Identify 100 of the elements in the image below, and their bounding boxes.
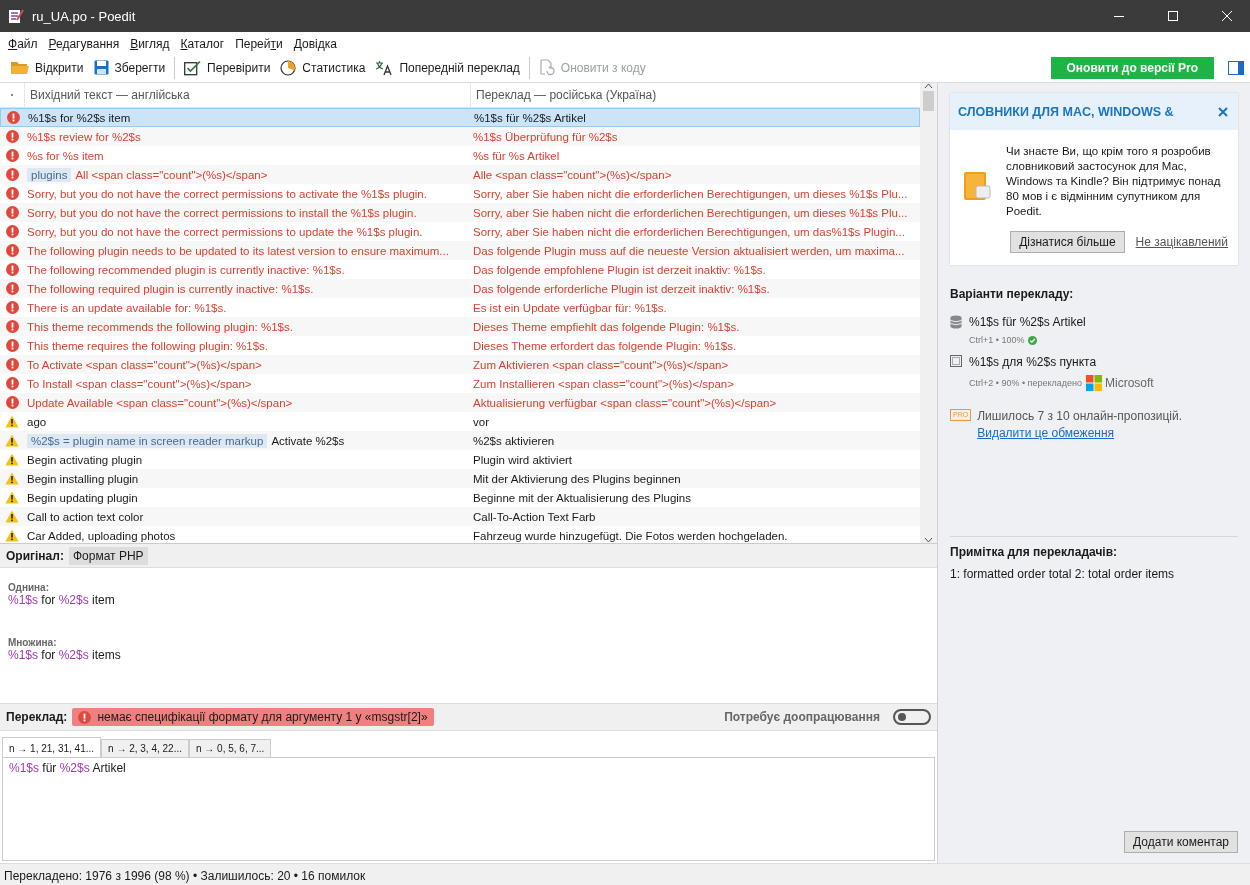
book-icon: [962, 170, 994, 202]
suggestion-meta: Ctrl+2 • 90% • перекладено: [969, 378, 1082, 388]
column-header[interactable]: Вихідний текст — англійська: [24, 83, 470, 107]
list-row[interactable]: Begin updating plugin Beginne mit der Aktualisierung des Plugins: [0, 488, 920, 507]
error-icon: [5, 320, 19, 333]
menu-item[interactable]: Редагування: [48, 36, 120, 51]
error-message: немає специфікації формату для аргументу 1 у «msgstr[2]»: [72, 708, 434, 726]
scrollbar-thumb[interactable]: [923, 91, 934, 111]
toolbar-button[interactable]: Статистика: [275, 56, 371, 79]
source-text: Sorry, but you do not have the correct permissions to install the %1$s plugin.: [27, 206, 417, 219]
translation-text: Zum Installieren <span class="count">(%s)</span>: [473, 377, 734, 390]
toolbar-button[interactable]: Зберегти: [88, 57, 171, 78]
list-row[interactable]: The following recommended plugin is currently inactive: %1$s. Das folgende empfohlene Plugin ist derzeit inaktiv: %1$s.: [0, 260, 920, 279]
list-row[interactable]: ago vor: [0, 412, 920, 431]
source-text: %1$s for %2$s item: [28, 111, 131, 124]
warning-icon: [5, 510, 19, 523]
minimize-icon[interactable]: [1114, 15, 1124, 17]
warning-icon: [5, 529, 19, 542]
error-icon: [5, 263, 19, 276]
list-row[interactable]: Car Added, uploading photos Fahrzeug wurde hinzugefügt. Die Fotos werden hochgeladen.: [0, 526, 920, 543]
translation-label: Переклад:: [6, 710, 68, 724]
not-interested-link[interactable]: Не зацікавлений: [1135, 235, 1228, 249]
list-row[interactable]: Sorry, but you do not have the correct permissions to activate the %1$s plugin. Sorry, aber Sie haben nicht die erforderlichen Berechtigungen, um dieses %1$s Plu...: [0, 184, 920, 203]
warning-icon: [5, 491, 19, 504]
folder-icon: [11, 60, 29, 75]
scrollbar[interactable]: [920, 83, 937, 543]
document-refresh-icon: [538, 59, 555, 76]
list-row[interactable]: Sorry, but you do not have the correct permissions to install the %1$s plugin. Sorry, aber Sie haben nicht die erforderlichen Berechtigungen, um dieses %1$s Plu...: [0, 203, 920, 222]
original-label: Оригінал:: [6, 548, 64, 563]
list-row[interactable]: Sorry, but you do not have the correct permissions to update the %1$s plugin. Sorry, aber Sie haben nicht die erforderlichen Berechtigungen, um das%1$s Plugin...: [0, 222, 920, 241]
suggestion-item[interactable]: %1$s für %2$s Artikel Ctrl+1 • 100%: [950, 315, 1238, 345]
pie-chart-icon: [280, 59, 297, 76]
list-row[interactable]: Begin activating plugin Plugin wird aktiviert: [0, 450, 920, 469]
promo-title: СЛОВНИКИ ДЛЯ MAC, WINDOWS &: [958, 104, 1174, 119]
list-row[interactable]: Call to action text color Call-To-Action Text Farb: [0, 507, 920, 526]
checkbox-tick-icon: [184, 59, 202, 76]
error-icon: [5, 168, 19, 181]
warning-icon: [5, 453, 19, 466]
menu-item[interactable]: Перейти: [235, 36, 283, 51]
plural-form-label: Множина:: [8, 637, 58, 648]
list-row[interactable]: The following plugin needs to be updated to its latest version to ensure maximum... Das folgende Plugin muss auf die neueste Version aktualisiert werden, um maxima...: [0, 241, 920, 260]
warning-icon: [5, 415, 19, 428]
source-text: Car Added, uploading photos: [27, 529, 176, 542]
translation-text: Sorry, aber Sie haben nicht die erforderlichen Berechtigungen, um dieses %1$s Plu...: [473, 187, 908, 200]
suggestion-item[interactable]: %1$s для %2$s пункта Ctrl+2 • 90% • перекладено Microsoft: [950, 355, 1238, 391]
translation-text: %1$s für %2$s Artikel: [474, 111, 586, 124]
source-text: The following plugin needs to be updated to its latest version to ensure maximum...: [27, 244, 449, 257]
needs-work-toggle[interactable]: [893, 709, 931, 725]
toolbar-button[interactable]: Перевірити: [179, 56, 276, 79]
list-row[interactable]: %2$s = plugin name in screen reader markup Activate %2$s %2$s aktivieren: [0, 431, 920, 450]
plural-tab[interactable]: n → 0, 5, 6, 7...: [189, 739, 272, 757]
translation-text: Es ist ein Update verfügbar für: %1$s.: [473, 301, 667, 314]
maximize-icon[interactable]: [1168, 11, 1178, 21]
list-row[interactable]: This theme recommends the following plugin: %1$s. Dieses Theme empfiehlt das folgende Plugin: %1$s.: [0, 317, 920, 336]
list-row[interactable]: This theme requires the following plugin: %1$s. Dieses Theme erfordert das folgende Plugin: %1$s.: [0, 336, 920, 355]
list-row[interactable]: The following required plugin is currently inactive: %1$s. Das folgende erforderliche Plugin ist derzeit inaktiv: %1$s.: [0, 279, 920, 298]
error-icon: [5, 301, 19, 314]
source-text: This theme requires the following plugin: %1$s.: [27, 339, 268, 352]
list-row[interactable]: To Install <span class="count">(%s)</span> Zum Installieren <span class="count">(%s)</span>: [0, 374, 920, 393]
menu-item[interactable]: Вигляд: [130, 36, 170, 51]
translation-text: Sorry, aber Sie haben nicht die erforderlichen Berechtigungen, um dieses %1$s Plu...: [473, 206, 908, 219]
menu-item[interactable]: Каталог: [180, 36, 225, 51]
provider-logo: Microsoft: [1086, 375, 1154, 391]
sidebar-toggle-icon[interactable]: [1228, 60, 1244, 75]
learn-more-button[interactable]: Дізнатися більше: [1010, 231, 1125, 253]
scroll-up-icon[interactable]: [924, 83, 933, 89]
scroll-down-icon[interactable]: [924, 537, 933, 543]
context-tag: %2$s = plugin name in screen reader markup: [27, 433, 268, 448]
source-text: Begin updating plugin: [27, 491, 138, 504]
source-text: %s for %s item: [27, 149, 104, 162]
translation-text: Plugin wird aktiviert: [473, 453, 573, 466]
list-row[interactable]: To Activate <span class="count">(%s)</span> Zum Aktivieren <span class="count">(%s)</span>: [0, 355, 920, 374]
error-icon: [6, 111, 20, 124]
plural-tab[interactable]: n → 1, 21, 31, 41...: [2, 737, 102, 757]
add-comment-button[interactable]: Додати коментар: [1124, 831, 1238, 853]
source-text: Begin installing plugin: [27, 472, 139, 485]
error-icon: [5, 130, 19, 143]
source-text: All <span class="count">(%s)</span>: [75, 168, 268, 181]
square-icon: [950, 355, 962, 367]
suggestions-heading: Варіанти перекладу:: [950, 287, 1075, 301]
list-row[interactable]: plugins All <span class="count">(%s)</span> Alle <span class="count">(%s)</span>: [0, 165, 920, 184]
list-row[interactable]: %s for %s item %s für %s Artikel: [0, 146, 920, 165]
list-row[interactable]: There is an update available for: %1$s. Es ist ein Update verfügbar für: %1$s.: [0, 298, 920, 317]
list-row[interactable]: Begin installing plugin Mit der Aktivierung des Plugins beginnen: [0, 469, 920, 488]
translation-editor[interactable]: %1$s für %2$s Artikel: [2, 757, 935, 861]
toolbar-button[interactable]: Попередній переклад: [370, 56, 525, 79]
plural-tab[interactable]: n → 2, 3, 4, 22...: [101, 739, 189, 757]
list-row[interactable]: %1$s review for %2$s %1$s Überprüfung für %2$s: [0, 127, 920, 146]
list-row[interactable]: %1$s for %2$s item %1$s für %2$s Artikel: [0, 108, 920, 127]
toolbar-button[interactable]: Відкрити: [6, 57, 89, 78]
format-tag: Формат PHP: [68, 546, 148, 565]
menu-item[interactable]: Файл: [8, 36, 38, 51]
menu-item[interactable]: Довідка: [293, 36, 337, 51]
source-text: There is an update available for: %1$s.: [27, 301, 227, 314]
source-text: This theme recommends the following plugin: %1$s.: [27, 320, 293, 333]
remove-limit-link[interactable]: Видалити це обмеження: [977, 426, 1115, 440]
translate-icon: [375, 59, 394, 76]
translation-text: Das folgende empfohlene Plugin ist derzeit inaktiv: %1$s.: [473, 263, 766, 276]
list-row[interactable]: Update Available <span class="count">(%s)</span> Aktualisierung verfügbar <span class="count">(%s)</span>: [0, 393, 920, 412]
source-text: To Activate <span class="count">(%s)</span>: [27, 358, 262, 371]
